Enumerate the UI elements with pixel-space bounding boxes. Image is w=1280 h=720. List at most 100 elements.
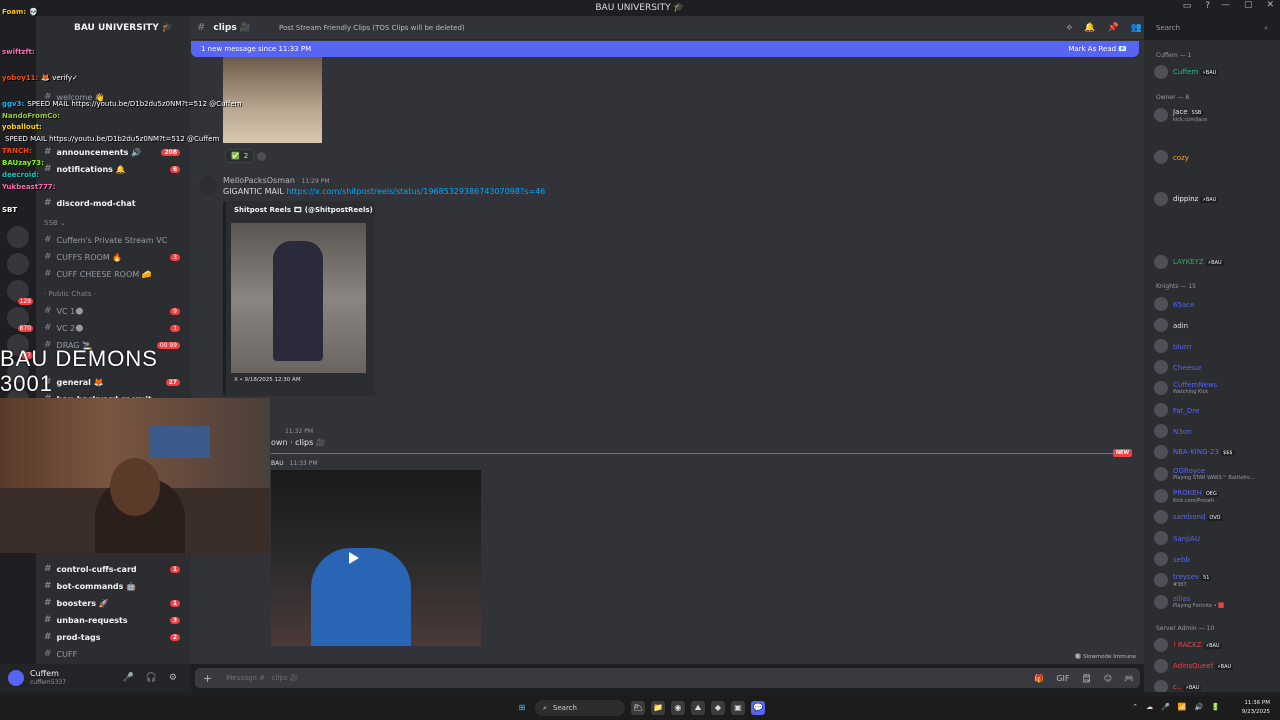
channel-item[interactable]: # bot-commands 🤖 bbox=[44, 579, 184, 593]
author-name[interactable]: MelloPacksOsman bbox=[223, 176, 295, 185]
member-item[interactable]: Cheesur bbox=[1154, 359, 1202, 375]
avatar bbox=[1154, 595, 1168, 609]
channel-label: control-cuffs-card bbox=[56, 564, 137, 574]
channel-label: VC 1🌑 bbox=[56, 306, 84, 316]
battery-icon[interactable]: 🔋 bbox=[1211, 703, 1220, 711]
channel-item[interactable]: # VC 1🌑 9 bbox=[44, 304, 184, 318]
file-explorer-icon[interactable]: 📁 bbox=[651, 701, 665, 715]
mic-icon[interactable]: 🎤 bbox=[122, 673, 133, 683]
member-list-icon[interactable]: 👥 bbox=[1131, 23, 1142, 33]
channel-label: bot-commands 🤖 bbox=[56, 581, 137, 591]
message-video[interactable] bbox=[271, 470, 481, 646]
network-icon[interactable]: 📶 bbox=[1178, 703, 1187, 711]
discord-icon[interactable]: 💬 bbox=[751, 701, 765, 715]
channel-topic[interactable]: Post Stream Friendly Clips (TOS Clips wi… bbox=[279, 24, 465, 32]
member-item[interactable]: AdinsQueef ⚡BAU bbox=[1154, 658, 1234, 674]
upload-plus-icon[interactable]: + bbox=[203, 672, 212, 685]
member-item[interactable]: c.. ⚡BAU bbox=[1154, 679, 1202, 692]
member-item[interactable]: 65ace bbox=[1154, 296, 1194, 312]
member-item[interactable]: ! RACKZ ⚡BAU bbox=[1154, 637, 1222, 653]
member-item[interactable]: SanjiAU bbox=[1154, 530, 1200, 546]
member-item[interactable]: LAYKEYZ ⚡BAU bbox=[1154, 254, 1224, 270]
avatar bbox=[1154, 403, 1168, 417]
channel-category[interactable]: · Public Chats · bbox=[44, 287, 184, 301]
member-item[interactable]: cozy bbox=[1154, 149, 1189, 165]
hash-icon: # bbox=[44, 564, 52, 574]
close-button[interactable]: ✕ bbox=[1266, 0, 1274, 10]
server-icon[interactable]: 129 bbox=[7, 280, 33, 305]
member-item[interactable]: blurri bbox=[1154, 338, 1191, 354]
gif-icon[interactable]: GIF bbox=[1056, 674, 1069, 683]
member-item[interactable]: Fat_Dre bbox=[1154, 402, 1199, 418]
channel-item[interactable]: # Cuffem's Private Stream VC bbox=[44, 233, 184, 247]
emoji-icon[interactable]: ☺ bbox=[1104, 674, 1112, 683]
channel-item[interactable]: # unban-requests 3 bbox=[44, 613, 184, 627]
app-icon[interactable]: ▣ bbox=[731, 701, 745, 715]
threads-icon[interactable]: ⟡ bbox=[1066, 23, 1072, 33]
channel-mention[interactable]: · clips 🎥 bbox=[290, 438, 326, 447]
sticker-icon[interactable]: 🗒 bbox=[1082, 674, 1092, 683]
gift-icon[interactable]: 🎁 bbox=[1034, 674, 1044, 683]
taskbar-search[interactable]: ⌕ Search bbox=[535, 700, 625, 716]
member-item[interactable]: treysev 51 #387 bbox=[1154, 572, 1212, 588]
embed-title[interactable]: Shitpost Reels 🎞 (@ShitpostReels) bbox=[234, 206, 373, 214]
volume-icon[interactable]: 🔊 bbox=[1195, 703, 1204, 711]
maximize-button[interactable]: ▢ bbox=[1244, 0, 1253, 10]
member-item[interactable]: sebb bbox=[1154, 551, 1190, 567]
channel-item[interactable]: # CUFFS ROOM 🔥 3 bbox=[44, 250, 184, 264]
channel-category[interactable]: SSB ⌄ bbox=[44, 216, 184, 230]
unread-badge: 00 99 bbox=[156, 341, 180, 349]
channel-item[interactable]: # prod-tags 2 bbox=[44, 630, 184, 644]
message-author[interactable]: MelloPacksOsman 11:29 PM bbox=[223, 176, 330, 185]
weather-icon[interactable]: 🌥 bbox=[631, 701, 645, 715]
channel-item[interactable]: # CUFF bbox=[44, 647, 184, 661]
app-icon[interactable]: ◆ bbox=[711, 701, 725, 715]
channel-item[interactable]: # control-cuffs-card 1 bbox=[44, 562, 184, 576]
cloud-icon[interactable]: ☁ bbox=[1146, 703, 1153, 711]
chrome-icon[interactable]: ◉ bbox=[671, 701, 685, 715]
channel-item[interactable]: # boosters 🚀 1 bbox=[44, 596, 184, 610]
member-item[interactable]: sambond OVO bbox=[1154, 509, 1223, 525]
tray-chevron-icon[interactable]: ⌃ bbox=[1132, 703, 1138, 711]
embed-video-thumbnail[interactable] bbox=[231, 223, 366, 373]
member-item[interactable]: PROKEH OEG Kick.com/Proseh bbox=[1154, 488, 1219, 504]
steam-icon[interactable]: ⛰ bbox=[691, 701, 705, 715]
settings-gear-icon[interactable]: ⚙ bbox=[169, 673, 177, 683]
stream-chat-user: Foam: bbox=[2, 8, 27, 16]
server-icon[interactable] bbox=[7, 253, 29, 275]
channel-item[interactable]: # VC 2🌑 1 bbox=[44, 321, 184, 335]
pin-icon[interactable]: 📌 bbox=[1108, 23, 1119, 33]
mic-icon[interactable]: 🎤 bbox=[1161, 703, 1170, 711]
avatar[interactable] bbox=[8, 670, 24, 686]
server-icon[interactable]: 870 bbox=[7, 307, 33, 332]
apps-icon[interactable]: 🎮 bbox=[1124, 674, 1134, 683]
add-reaction-icon[interactable] bbox=[257, 152, 266, 161]
channel-item[interactable]: # CUFF CHEESE ROOM 🧀 bbox=[44, 267, 184, 281]
member-item[interactable]: Cuffem ⚡BAU bbox=[1154, 64, 1219, 80]
member-item[interactable]: Jace SSB kick.com/jace bbox=[1154, 107, 1207, 123]
clock[interactable]: 11:36 PM 9/23/2025 bbox=[1242, 699, 1270, 717]
play-icon[interactable] bbox=[349, 552, 359, 564]
notification-bell-icon[interactable]: 🔔 bbox=[1084, 23, 1095, 33]
new-message-divider bbox=[271, 453, 1131, 454]
mark-as-read-button[interactable]: Mark As Read 📧 bbox=[1068, 45, 1127, 53]
member-item[interactable]: dippinz ⚡BAU bbox=[1154, 191, 1219, 207]
minimize-button[interactable]: — bbox=[1221, 0, 1230, 10]
help-icon[interactable]: ? bbox=[1205, 1, 1210, 11]
member-item[interactable]: OGRoyce Playing STAR WARS™ Battlefro... bbox=[1154, 466, 1255, 482]
message-author[interactable]: BAU 11:33 PM bbox=[271, 460, 318, 467]
message-composer[interactable]: + Message # · clips 🎥 🎁 GIF 🗒 ☺ 🎮 bbox=[195, 668, 1140, 688]
start-menu-icon[interactable]: ⊞ bbox=[515, 701, 529, 715]
server-icon[interactable] bbox=[7, 226, 29, 248]
member-item[interactable]: zillas Playing Fortnite • 🟥 bbox=[1154, 594, 1224, 610]
member-name: 65ace bbox=[1173, 300, 1195, 309]
member-item[interactable]: adin bbox=[1154, 317, 1188, 333]
member-item[interactable]: CuffemNews Watching Kick bbox=[1154, 380, 1217, 396]
message-link[interactable]: https://x.com/shitpostreels/status/19685… bbox=[286, 187, 545, 196]
headphones-icon[interactable]: 🎧 bbox=[146, 673, 157, 683]
new-messages-banner[interactable]: 1 new message since 11:33 PM Mark As Rea… bbox=[191, 41, 1139, 57]
inbox-icon[interactable]: ▭ bbox=[1183, 1, 1192, 11]
member-item[interactable]: NBA-KING-23 $$$ bbox=[1154, 444, 1235, 460]
member-item[interactable]: N3on bbox=[1154, 423, 1191, 439]
search-input[interactable]: Search ⌕ bbox=[1150, 20, 1272, 36]
